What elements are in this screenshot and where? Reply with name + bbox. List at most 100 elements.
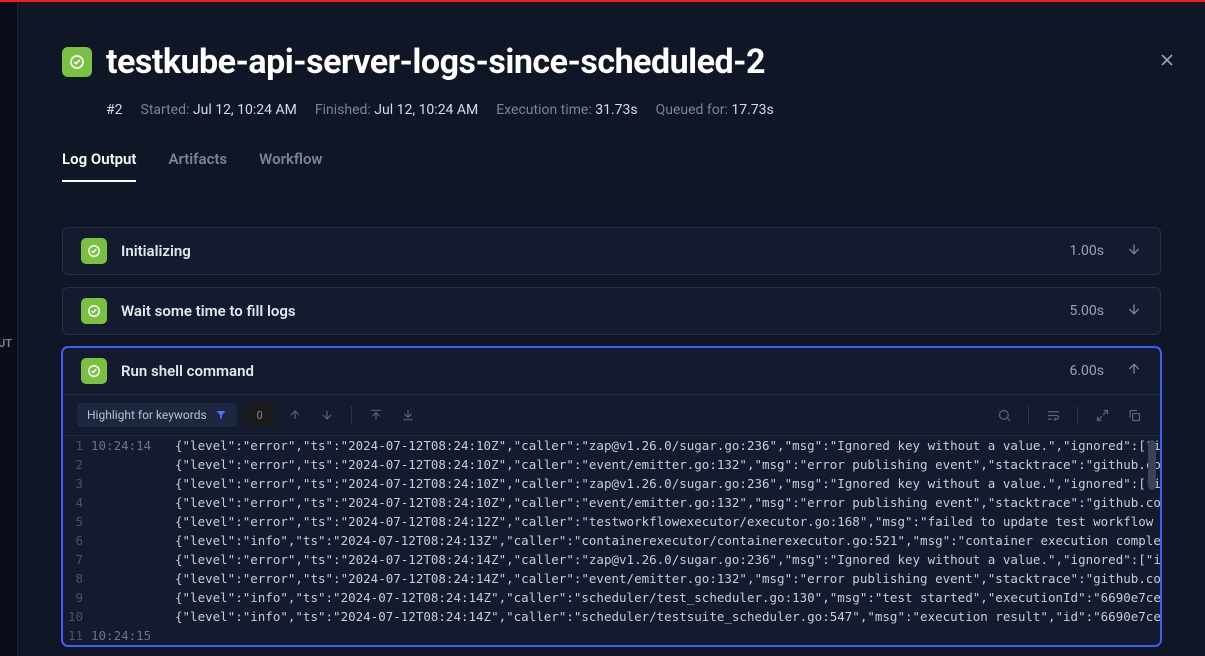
wrap-lines-button[interactable] [1041, 403, 1065, 427]
tab-workflow[interactable]: Workflow [259, 150, 322, 182]
line-timestamp [91, 493, 161, 512]
scroll-bottom-button[interactable] [396, 403, 420, 427]
filter-icon [215, 409, 227, 421]
line-message: {"level":"info","ts":"2024-07-12T08:24:1… [161, 588, 1160, 607]
line-timestamp [91, 607, 161, 626]
close-icon [1157, 50, 1177, 70]
step-duration: 1.00s [1069, 243, 1104, 259]
line-timestamp: 10:24:14 [91, 436, 161, 455]
step-name: Run shell command [121, 362, 1055, 380]
check-circle-icon [87, 364, 101, 378]
sidebar-label-fragment: UT [0, 337, 12, 350]
status-badge-success [62, 47, 92, 77]
exec-time-meta: Execution time: 31.73s [496, 102, 637, 118]
copy-button[interactable] [1122, 403, 1146, 427]
log-line[interactable]: 4{"level":"error","ts":"2024-07-12T08:24… [63, 493, 1160, 512]
line-message: {"level":"error","ts":"2024-07-12T08:24:… [161, 512, 1160, 531]
line-number: 8 [63, 569, 91, 588]
chevron-down-icon [1126, 301, 1142, 321]
highlight-label: Highlight for keywords [87, 408, 207, 422]
run-number: #2 [106, 102, 123, 118]
background-sidebar: UT [0, 2, 18, 656]
line-number: 9 [63, 588, 91, 607]
log-line[interactable]: 3{"level":"error","ts":"2024-07-12T08:24… [63, 474, 1160, 493]
step-run-shell: Run shell command 6.00s Highlight for ke… [62, 347, 1161, 646]
toolbar-divider [351, 406, 352, 424]
line-timestamp [91, 474, 161, 493]
search-button[interactable] [992, 403, 1016, 427]
line-number: 11 [63, 626, 91, 645]
line-message [161, 626, 175, 645]
step-header[interactable]: Run shell command 6.00s [63, 348, 1160, 394]
next-match-button[interactable] [315, 403, 339, 427]
tabs: Log Output Artifacts Workflow [62, 150, 1161, 183]
log-line[interactable]: 110:24:14{"level":"error","ts":"2024-07-… [63, 436, 1160, 455]
log-line[interactable]: 8 {"level":"error","ts":"2024-07-12T08:24… [63, 569, 1160, 588]
log-content: 110:24:14{"level":"error","ts":"2024-07-… [63, 436, 1160, 645]
line-number: 1 [63, 436, 91, 455]
tab-artifacts[interactable]: Artifacts [168, 150, 227, 182]
step-initializing: Initializing 1.00s [62, 227, 1161, 275]
log-line[interactable]: 7{"level":"error","ts":"2024-07-12T08:24… [63, 550, 1160, 569]
started-meta: Started: Jul 12, 10:24 AM [141, 102, 297, 118]
chevron-up-icon [1126, 361, 1142, 381]
line-number: 6 [63, 531, 91, 550]
prev-match-button[interactable] [283, 403, 307, 427]
log-line[interactable]: 5 {"level":"error","ts":"2024-07-12T08:24… [63, 512, 1160, 531]
line-message: {"level":"error","ts":"2024-07-12T08:24:… [161, 474, 1160, 493]
step-duration: 6.00s [1069, 363, 1104, 379]
step-header[interactable]: Initializing 1.00s [63, 228, 1160, 274]
log-scroll-area[interactable]: 110:24:14{"level":"error","ts":"2024-07-… [63, 436, 1160, 645]
line-message: {"level":"error","ts":"2024-07-12T08:24:… [161, 436, 1160, 455]
check-circle-icon [69, 54, 85, 70]
line-message: {"level":"error","ts":"2024-07-12T08:24:… [161, 550, 1160, 569]
step-wait-logs: Wait some time to fill logs 5.00s [62, 287, 1161, 335]
line-message: {"level":"info","ts":"2024-07-12T08:24:1… [161, 531, 1160, 550]
line-timestamp [91, 588, 161, 607]
log-line[interactable]: 2 {"level":"error","ts":"2024-07-12T08:24… [63, 455, 1160, 474]
line-message: {"level":"error","ts":"2024-07-12T08:24:… [161, 455, 1160, 474]
wrap-icon [1046, 408, 1061, 423]
tab-log-output[interactable]: Log Output [62, 150, 136, 182]
check-circle-icon [87, 244, 101, 258]
close-button[interactable] [1153, 46, 1181, 74]
title-row: testkube-api-server-logs-since-scheduled… [62, 42, 1161, 82]
meta-row: #2 Started: Jul 12, 10:24 AM Finished: J… [62, 102, 1161, 118]
line-timestamp [91, 455, 161, 474]
line-number: 10 [63, 607, 91, 626]
line-message: {"level":"error","ts":"2024-07-12T08:24:… [161, 493, 1160, 512]
step-status-success [81, 298, 107, 324]
step-header[interactable]: Wait some time to fill logs 5.00s [63, 288, 1160, 334]
arrow-up-icon [288, 408, 302, 422]
scroll-bottom-icon [401, 408, 415, 422]
log-line[interactable]: 6 {"level":"info","ts":"2024-07-12T08:24:… [63, 531, 1160, 550]
modal-header: testkube-api-server-logs-since-scheduled… [18, 42, 1205, 183]
highlight-keywords-button[interactable]: Highlight for keywords [77, 403, 237, 427]
step-status-success [81, 358, 107, 384]
chevron-down-icon [1126, 241, 1142, 261]
steps-list: Initializing 1.00s Wait some time to fil… [18, 227, 1205, 646]
step-name: Wait some time to fill logs [121, 302, 1055, 320]
toolbar-divider [1028, 406, 1029, 424]
finished-meta: Finished: Jul 12, 10:24 AM [315, 102, 478, 118]
toolbar-divider [1077, 406, 1078, 424]
log-line[interactable]: 9 {"level":"info","ts":"2024-07-12T08:24:… [63, 588, 1160, 607]
line-number: 5 [63, 512, 91, 531]
step-name: Initializing [121, 242, 1055, 260]
check-circle-icon [87, 304, 101, 318]
log-line[interactable]: 1110:24:15 [63, 626, 1160, 645]
scrollbar-thumb[interactable] [1148, 440, 1156, 490]
step-duration: 5.00s [1069, 303, 1104, 319]
fullscreen-button[interactable] [1090, 403, 1114, 427]
search-icon [997, 408, 1012, 423]
scroll-top-button[interactable] [364, 403, 388, 427]
line-message: {"level":"error","ts":"2024-07-12T08:24:… [161, 569, 1160, 588]
line-timestamp [91, 512, 161, 531]
line-number: 2 [63, 455, 91, 474]
line-timestamp [91, 569, 161, 588]
queued-meta: Queued for: 17.73s [656, 102, 774, 118]
log-line[interactable]: 10{"level":"info","ts":"2024-07-12T08:24… [63, 607, 1160, 626]
log-toolbar: Highlight for keywords 0 [63, 395, 1160, 436]
line-timestamp [91, 550, 161, 569]
expand-icon [1095, 408, 1110, 423]
